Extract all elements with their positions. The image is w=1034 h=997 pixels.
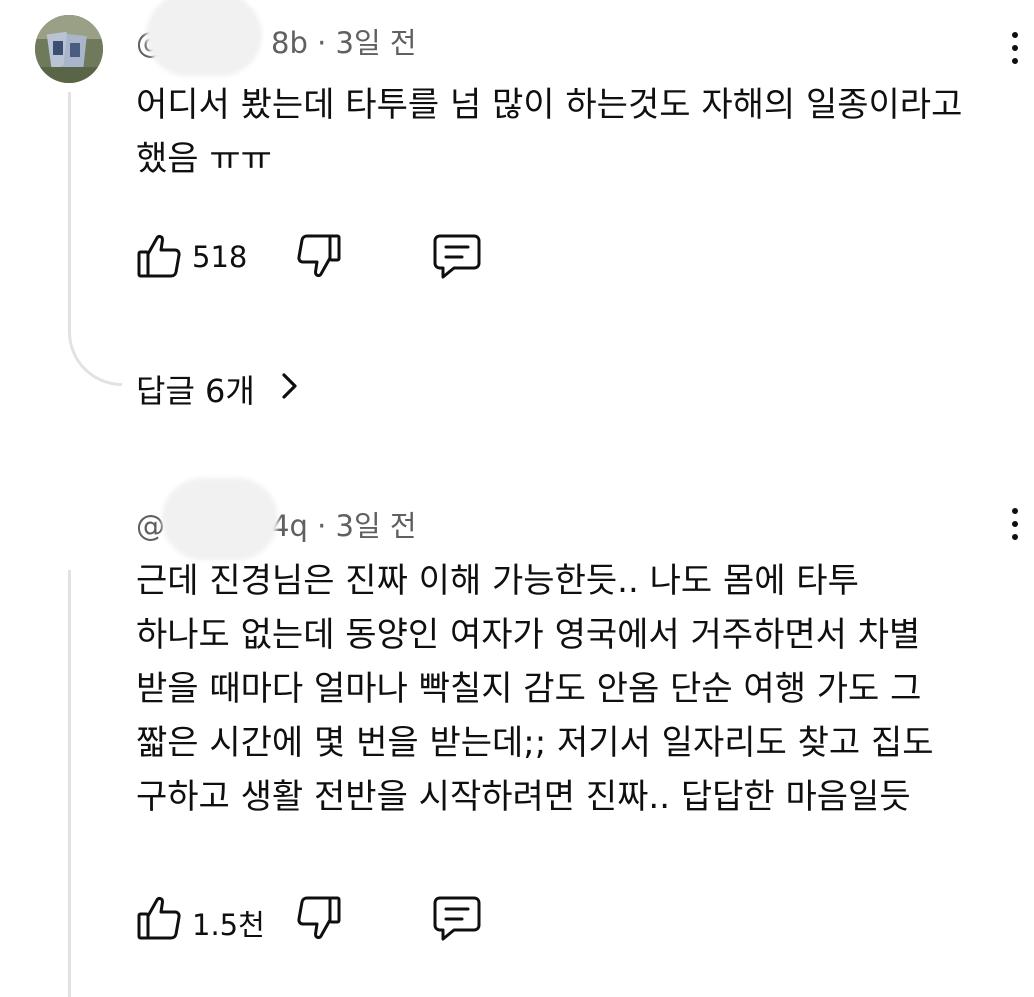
comment-icon[interactable] xyxy=(432,232,482,280)
comment-time: 3일 전 xyxy=(335,509,417,543)
comment-icon[interactable] xyxy=(432,894,482,942)
thread-connector xyxy=(68,330,122,386)
thumbs-down-icon[interactable] xyxy=(296,232,342,280)
comment-2: @4q · 3일 전 근데 진경님은 진짜 이해 가능한듯.. 나도 몸에 타투… xyxy=(0,470,1034,997)
comment-1: @8b · 3일 전 어디서 봤는데 타투를 넘 많이 하는것도 자해의 일종이… xyxy=(0,0,1034,470)
comment-text-line: 받을 때마다 얼마나 빡칠지 감도 안옴 단순 여행 가도 그 xyxy=(136,669,922,709)
thread-line xyxy=(68,570,71,997)
avatar[interactable] xyxy=(35,15,103,83)
comment-time: 3일 전 xyxy=(335,26,417,60)
thread-line xyxy=(68,92,71,332)
more-vertical-icon[interactable] xyxy=(1010,508,1020,547)
comment-text-line: 어디서 봤는데 타투를 넘 많이 하는것도 자해의 일종이라고 xyxy=(136,85,963,125)
comment-text-line: 했음 ㅠㅠ xyxy=(136,139,272,179)
author-handle[interactable]: @ xyxy=(136,509,165,543)
comment-text-line: 구하고 생활 전반을 시작하려면 진짜.. 답답한 마음일듯 xyxy=(136,777,911,817)
redacted-handle-blur xyxy=(162,478,278,560)
comment-text-line: 근데 진경님은 진짜 이해 가능한듯.. 나도 몸에 타투 xyxy=(136,561,859,601)
redacted-handle-blur xyxy=(146,0,262,76)
view-replies-button[interactable]: 답글 6개 xyxy=(136,366,299,412)
comment-text: 어디서 봤는데 타투를 넘 많이 하는것도 자해의 일종이라고 했음 ㅠㅠ xyxy=(136,78,1004,186)
like-count: 518 xyxy=(192,240,248,274)
author-handle-suffix[interactable]: 8b xyxy=(271,26,308,60)
comment-text-line: 하나도 없는데 동양인 여자가 영국에서 거주하면서 차별 xyxy=(136,615,921,655)
thumbs-up-icon[interactable] xyxy=(136,232,182,280)
meta-separator: · xyxy=(317,26,327,60)
comment-text-line: 짧은 시간에 몇 번을 받는데;; 저기서 일자리도 찾고 집도 xyxy=(136,723,934,763)
chevron-right-icon xyxy=(279,371,299,409)
meta-separator: · xyxy=(317,509,327,543)
thumbs-down-icon[interactable] xyxy=(296,894,342,942)
like-count: 1.5천 xyxy=(192,908,265,942)
comment-text: 근데 진경님은 진짜 이해 가능한듯.. 나도 몸에 타투 하나도 없는데 동양… xyxy=(136,554,1004,824)
replies-label: 답글 6개 xyxy=(136,372,255,410)
thumbs-up-icon[interactable] xyxy=(136,894,182,942)
more-vertical-icon[interactable] xyxy=(1010,32,1020,71)
